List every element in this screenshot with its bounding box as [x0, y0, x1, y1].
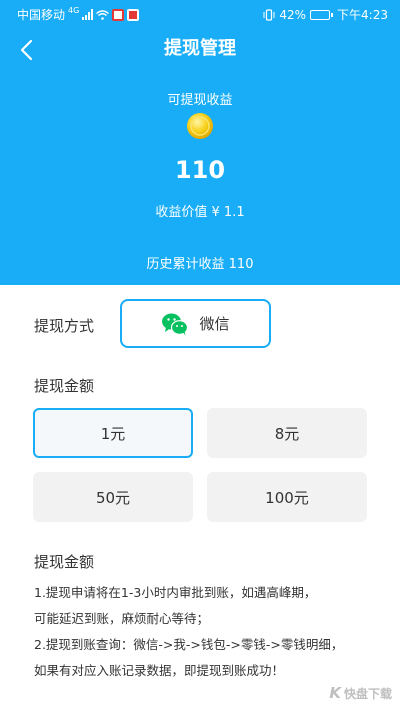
- note-line: 1.提现申请将在1-3小时内审批到账，如遇高峰期，: [34, 585, 317, 600]
- watermark-logo-icon: K: [329, 684, 341, 702]
- coin-icon: [187, 113, 213, 139]
- battery-icon: [310, 9, 334, 20]
- signal-icon: [82, 9, 94, 20]
- network-type: 4G: [68, 6, 80, 15]
- amount-option-100[interactable]: 100元: [207, 472, 367, 522]
- book-notification-icon: [127, 8, 140, 21]
- status-left: 中国移动 4G: [17, 6, 140, 23]
- notes-title: 提现金额: [34, 553, 95, 571]
- battery-percent: 42%: [279, 7, 307, 22]
- withdraw-method-label: 提现方式: [34, 317, 95, 335]
- wechat-option-label: 微信: [199, 315, 230, 333]
- carrier-name: 中国移动: [17, 8, 66, 22]
- watermark-text: 快盘下载: [343, 686, 392, 701]
- note-line: 2.提现到账查询：微信->我->钱包->零钱->零钱明细，: [34, 637, 344, 652]
- note-line: 如果有对应入账记录数据，即提现到账成功！: [34, 663, 285, 678]
- balance-label: 可提现收益: [167, 93, 233, 108]
- status-right: 42% 下午4:23: [263, 6, 388, 23]
- wechat-method-option[interactable]: 微信: [120, 299, 271, 348]
- page-title: 提现管理: [164, 38, 236, 59]
- watermark: K 快盘下载: [329, 684, 392, 702]
- withdraw-amount-label: 提现金额: [34, 377, 95, 395]
- balance-value: 收益价值 ¥ 1.1: [155, 205, 245, 220]
- balance-amount: 110: [174, 156, 226, 184]
- app-notification-icon: [112, 8, 125, 21]
- amount-option-8[interactable]: 8元: [207, 408, 367, 458]
- clock-time: 下午4:23: [337, 8, 388, 22]
- header-panel: 中国移动 4G 42% 下午4:23 提现管理 可提现收益 110 收益价值 ¥…: [0, 0, 400, 285]
- amount-option-1[interactable]: 1元: [33, 408, 193, 458]
- wechat-icon: [162, 313, 189, 335]
- wifi-icon: [96, 9, 110, 20]
- note-line: 可能延迟到账，麻烦耐心等待；: [34, 611, 210, 626]
- status-bar: 中国移动 4G 42% 下午4:23: [0, 0, 400, 28]
- amount-option-50[interactable]: 50元: [33, 472, 193, 522]
- history-total: 历史累计收益 110: [146, 257, 254, 272]
- vibrate-icon: [263, 8, 275, 21]
